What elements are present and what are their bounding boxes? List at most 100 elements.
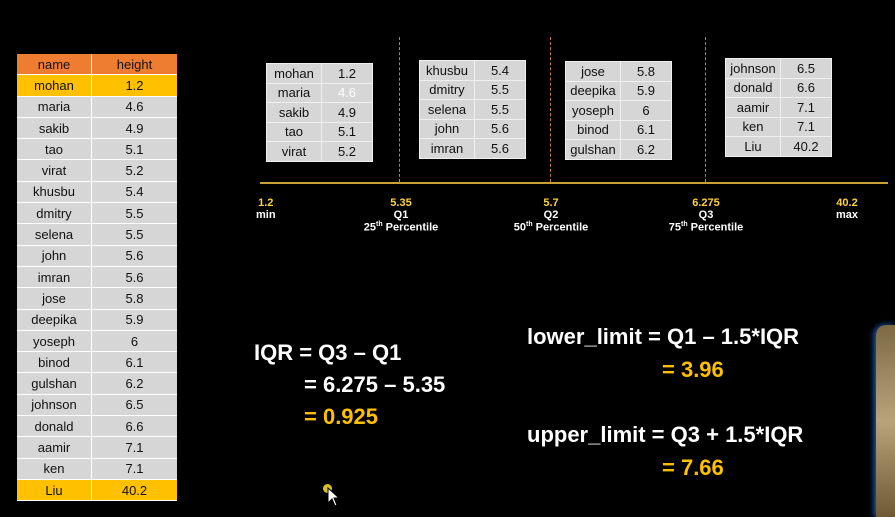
name-cell: maria [17, 96, 92, 118]
group-table-4: johnson 6.5 donald 6.6 aamir 7.1 ken 7.1 Liu 40.2 [725, 58, 832, 157]
name-cell: donald [17, 415, 92, 438]
group-value-cell: 5.6 [474, 138, 526, 159]
name-cell: mohan [17, 74, 92, 97]
group-table-1: mohan 1.2 maria 4.6 sakib 4.9 tao 5.1 virat 5.2 [266, 63, 373, 162]
name-cell: sakib [17, 117, 92, 140]
iqr-result: = 0.925 [304, 404, 379, 429]
pct-text: Percentile [687, 221, 744, 234]
name-cell: aamir [17, 436, 92, 459]
table-header-row: name height [17, 54, 177, 76]
group-value-cell: 6.5 [780, 58, 832, 79]
table-row: sakib 4.9 [17, 117, 177, 140]
table-row: imran 5.6 [17, 266, 177, 289]
group-name-cell: imran [419, 138, 475, 159]
group-name-cell: khusbu [419, 60, 475, 81]
group-name-cell: john [419, 118, 475, 139]
tick-q3-value: 6.275 [692, 197, 720, 209]
pct-sup: th [376, 221, 383, 228]
table-row: selena 5.5 [17, 223, 177, 246]
height-cell: 5.2 [91, 159, 177, 182]
height-cell: 6.1 [91, 351, 177, 374]
group-name-cell: tao [266, 121, 322, 142]
group-value-cell: 5.9 [620, 80, 672, 101]
table-row: maria 4.6 [17, 96, 177, 118]
pct-sup: th [681, 221, 688, 228]
name-cell: binod [17, 351, 92, 374]
group-row: binod 6.1 [565, 119, 672, 140]
tick-q3-percentile: 75th Percentile [661, 221, 751, 234]
group-table-2: khusbu 5.4 dmitry 5.5 selena 5.5 john 5.6 imran 5… [419, 60, 526, 159]
group-row: imran 5.6 [419, 138, 526, 159]
table-row: dmitry 5.5 [17, 202, 177, 225]
table-row: khusbu 5.4 [17, 181, 177, 204]
header-name: name [17, 54, 92, 76]
group-value-cell: 6.1 [620, 119, 672, 140]
lower-limit-formula: lower_limit = Q1 – 1.5*IQR [527, 324, 800, 349]
group-name-cell: dmitry [419, 79, 475, 100]
name-cell: dmitry [17, 202, 92, 225]
group-name-cell: Liu [725, 136, 781, 157]
tick-q3: 6.275 Q3 75th Percentile [661, 197, 751, 234]
name-cell: khusbu [17, 181, 92, 204]
group-value-cell: 5.4 [474, 60, 526, 81]
group-row: khusbu 5.4 [419, 60, 526, 81]
height-cell: 5.6 [91, 245, 177, 267]
group-value-cell: 6.2 [620, 139, 672, 160]
pct-text: Percentile [532, 221, 589, 234]
table-row: binod 6.1 [17, 351, 177, 374]
group-row: donald 6.6 [725, 77, 832, 98]
tick-q2-value: 5.7 [543, 197, 559, 209]
height-cell: 7.1 [91, 458, 177, 480]
table-row: john 5.6 [17, 245, 177, 267]
name-cell: selena [17, 223, 92, 246]
group-row: johnson 6.5 [725, 58, 832, 79]
group-row: yoseph 6 [565, 100, 672, 121]
group-name-cell: ken [725, 116, 781, 137]
height-cell: 40.2 [91, 479, 177, 502]
height-table: name height mohan 1.2 maria 4.6 sakib 4.9 tao 5… [17, 54, 177, 502]
tick-q1: 5.35 Q1 25th Percentile [356, 197, 446, 234]
tick-q1-label: Q1 [393, 209, 409, 221]
table-row: donald 6.6 [17, 415, 177, 438]
height-cell: 5.5 [91, 223, 177, 246]
q3-dashed-line [705, 37, 706, 182]
group-row: aamir 7.1 [725, 97, 832, 118]
group-row: tao 5.1 [266, 121, 373, 142]
height-cell: 5.1 [91, 138, 177, 161]
name-cell: john [17, 245, 92, 267]
group-value-cell: 4.6 [321, 82, 373, 103]
group-name-cell: sakib [266, 102, 322, 123]
name-cell: virat [17, 159, 92, 182]
group-row: virat 5.2 [266, 141, 373, 162]
group-row: ken 7.1 [725, 116, 832, 137]
table-row: Liu 40.2 [17, 479, 177, 502]
name-cell: ken [17, 458, 92, 480]
name-cell: tao [17, 138, 92, 161]
tick-q1-percentile: 25th Percentile [356, 221, 446, 234]
table-row: deepika 5.9 [17, 309, 177, 331]
group-name-cell: binod [565, 119, 621, 140]
name-cell: Liu [17, 479, 92, 502]
upper-limit-formula: upper_limit = Q3 + 1.5*IQR [527, 422, 804, 447]
group-row: selena 5.5 [419, 99, 526, 120]
name-cell: deepika [17, 309, 92, 331]
group-name-cell: mohan [266, 63, 322, 84]
group-value-cell: 7.1 [780, 97, 832, 118]
table-row: ken 7.1 [17, 458, 177, 480]
tick-q2: 5.7 Q2 50th Percentile [506, 197, 596, 234]
name-cell: johnson [17, 394, 92, 417]
group-name-cell: aamir [725, 97, 781, 118]
group-value-cell: 5.1 [321, 121, 373, 142]
tick-max-label: max [836, 209, 859, 221]
tick-max: 40.2 max [836, 197, 858, 221]
height-cell: 1.2 [91, 74, 177, 97]
height-cell: 5.5 [91, 202, 177, 225]
upper-limit-result: = 7.66 [662, 455, 724, 480]
table-body: mohan 1.2 maria 4.6 sakib 4.9 tao 5.1 virat 5.2 kh… [17, 74, 177, 502]
group-value-cell: 5.8 [620, 61, 672, 82]
group-name-cell: johnson [725, 58, 781, 79]
pct-num: 50 [513, 221, 526, 234]
pct-num: 25 [363, 221, 376, 234]
name-cell: imran [17, 266, 92, 289]
tick-q2-label: Q2 [543, 209, 559, 221]
